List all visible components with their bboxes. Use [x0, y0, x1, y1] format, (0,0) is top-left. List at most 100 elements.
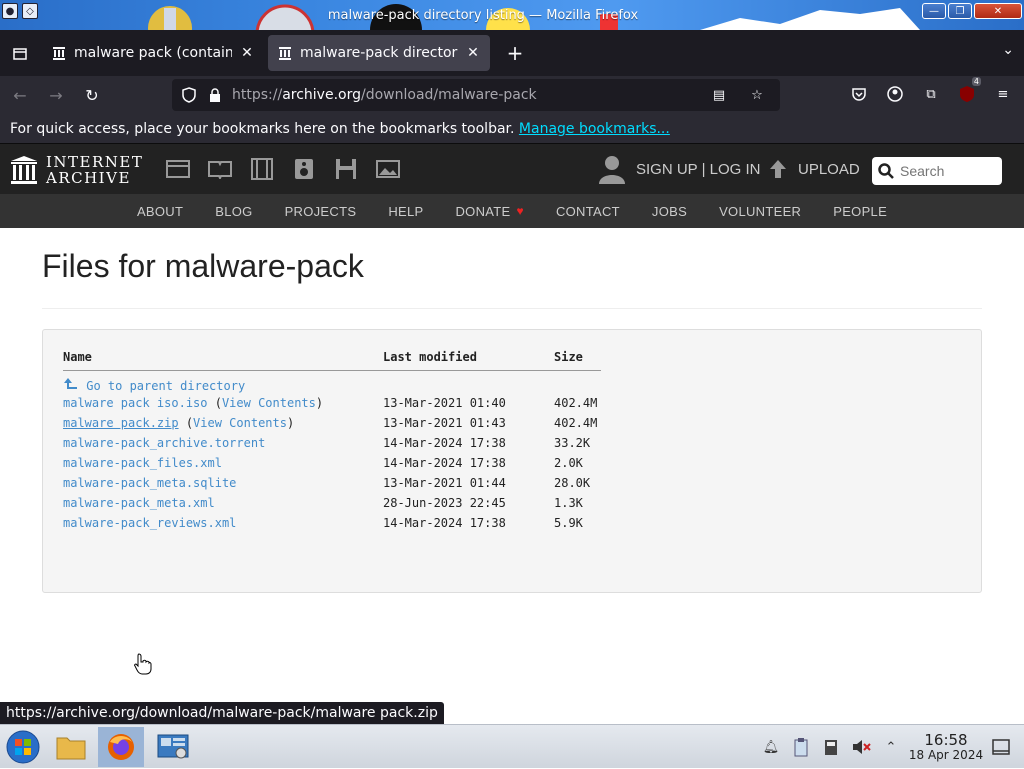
file-size-cell: 33.2K — [554, 435, 591, 450]
table-row: malware-pack_meta.sqlite 13-Mar-2021 01:4… — [63, 473, 601, 493]
col-name: Name — [63, 350, 383, 371]
tab-directory-listing[interactable]: malware-pack directory ✕ — [268, 35, 490, 71]
nav-contact[interactable]: CONTACT — [540, 204, 636, 219]
windows-start-icon — [6, 730, 40, 764]
web-archive-icon[interactable] — [166, 157, 190, 181]
audio-speaker-icon[interactable] — [292, 157, 316, 181]
nav-jobs[interactable]: JOBS — [636, 204, 703, 219]
notifications-bell-icon[interactable]: 🔔︎ — [760, 736, 782, 758]
images-icon[interactable] — [376, 157, 400, 181]
maximize-button[interactable]: ❐ — [948, 3, 972, 19]
upload-link[interactable]: UPLOAD — [768, 158, 860, 180]
tab-bar: malware pack (contains ✕ malware-pack di… — [0, 30, 1024, 76]
tray-expand-icon[interactable]: ⌃ — [880, 736, 902, 758]
file-name-cell: malware-pack_meta.xml — [63, 493, 383, 513]
reload-button[interactable]: ↻ — [76, 79, 108, 111]
close-tab-icon[interactable]: ✕ — [240, 45, 254, 61]
file-link[interactable]: malware pack iso.iso — [63, 396, 208, 410]
file-name-cell: malware pack iso.iso (View Contents) — [63, 395, 324, 410]
extension-badge: 4 — [971, 77, 981, 86]
nav-volunteer[interactable]: VOLUNTEER — [703, 204, 817, 219]
folder-icon — [56, 737, 86, 760]
system-settings-icon — [157, 734, 189, 759]
extensions-puzzle-icon[interactable]: ⧉ — [920, 83, 942, 105]
directory-listing: Name Last modified Size Go to parent dir… — [42, 329, 982, 593]
taskbar-firefox[interactable] — [98, 727, 144, 767]
file-link[interactable]: malware-pack_archive.torrent — [63, 436, 265, 450]
bookmarks-toolbar: For quick access, place your bookmarks h… — [0, 114, 1024, 144]
video-film-icon[interactable] — [250, 157, 274, 181]
file-name-cell: malware pack.zip (View Contents) — [63, 415, 295, 430]
firefox-view-button[interactable] — [0, 30, 40, 76]
ublock-origin-icon[interactable]: 4 — [956, 77, 981, 105]
show-desktop-icon[interactable] — [990, 736, 1012, 758]
minimize-button[interactable]: — — [922, 3, 946, 19]
manage-bookmarks-link[interactable]: Manage bookmarks... — [519, 121, 670, 137]
url-bar[interactable]: https://archive.org/download/malware-pac… — [172, 79, 780, 111]
archive-favicon-icon — [52, 46, 66, 60]
nav-donate[interactable]: DONATE ♥ — [439, 204, 539, 219]
user-menu[interactable]: SIGN UP | LOG IN — [598, 154, 760, 184]
file-link[interactable]: malware-pack_meta.xml — [63, 496, 215, 510]
close-tab-icon[interactable]: ✕ — [466, 45, 480, 61]
file-size-cell: 5.9K — [554, 515, 583, 530]
forward-button[interactable]: → — [40, 79, 72, 111]
view-contents-link[interactable]: View Contents — [193, 416, 287, 430]
close-window-button[interactable]: ✕ — [974, 3, 1022, 19]
volume-muted-icon[interactable] — [850, 736, 872, 758]
list-all-tabs-icon[interactable]: ⌄ — [1002, 42, 1014, 58]
clipboard-icon[interactable] — [790, 736, 812, 758]
hamburger-menu-icon[interactable]: ≡ — [992, 83, 1014, 105]
texts-book-icon[interactable] — [208, 157, 232, 181]
tab-label: malware pack (contains — [74, 45, 232, 61]
table-row: malware-pack_reviews.xml 14-Mar-2024 17:3… — [63, 513, 601, 533]
back-button[interactable]: ← — [4, 79, 36, 111]
file-link[interactable]: malware pack.zip — [63, 416, 179, 430]
pocket-icon[interactable] — [848, 83, 870, 105]
clock[interactable]: 16:58 18 Apr 2024 — [906, 732, 986, 762]
window-titlebar: ● ◇ malware-pack directory listing — Moz… — [0, 0, 1024, 30]
reader-view-icon[interactable]: ▤ — [710, 86, 728, 104]
file-link[interactable]: malware-pack_reviews.xml — [63, 516, 236, 530]
file-link[interactable]: malware-pack_files.xml — [63, 456, 222, 470]
system-tray: 🔔︎ ⌃ 16:58 18 Apr 2024 — [756, 725, 1024, 769]
file-link[interactable]: malware-pack_meta.sqlite — [63, 476, 236, 490]
ia-search-box[interactable] — [872, 157, 1002, 185]
storage-icon[interactable] — [820, 736, 842, 758]
file-size-cell: 2.0K — [554, 455, 583, 470]
file-size-cell: 402.4M — [554, 395, 598, 410]
up-arrow-icon — [64, 377, 77, 389]
table-row: malware pack iso.iso (View Contents) 13-M… — [63, 393, 601, 413]
search-input[interactable] — [900, 163, 996, 179]
new-tab-button[interactable]: + — [498, 36, 532, 70]
nav-blog[interactable]: BLOG — [199, 204, 268, 219]
taskbar-file-manager[interactable] — [48, 727, 94, 767]
tab-malware-pack[interactable]: malware pack (contains ✕ — [42, 35, 264, 71]
files-table: Name Last modified Size Go to parent dir… — [63, 350, 601, 533]
table-row: malware-pack_meta.xml 28-Jun-2023 22:45 1.… — [63, 493, 601, 513]
bookmark-star-icon[interactable]: ☆ — [748, 86, 766, 104]
logo-line2: ARCHIVE — [46, 169, 131, 187]
donate-label: DONATE — [455, 203, 511, 219]
parent-directory-link[interactable]: Go to parent directory — [63, 377, 245, 393]
account-icon[interactable] — [884, 83, 906, 105]
start-button[interactable] — [0, 727, 46, 767]
file-name-cell: malware-pack_archive.torrent — [63, 433, 383, 453]
lock-icon[interactable] — [206, 86, 224, 104]
firefox-icon — [108, 734, 134, 760]
table-header-row: Name Last modified Size — [63, 350, 601, 371]
ia-logo[interactable]: INTERNET ARCHIVE — [10, 154, 143, 186]
taskbar-system-settings[interactable] — [150, 727, 196, 767]
software-floppy-icon[interactable] — [334, 157, 358, 181]
nav-people[interactable]: PEOPLE — [817, 204, 903, 219]
file-name-cell: malware-pack_files.xml — [63, 453, 383, 473]
signup-login-link[interactable]: SIGN UP | LOG IN — [636, 161, 760, 178]
view-contents-link[interactable]: View Contents — [222, 396, 316, 410]
nav-about[interactable]: ABOUT — [121, 204, 199, 219]
nav-projects[interactable]: PROJECTS — [269, 204, 373, 219]
table-row: malware-pack_archive.torrent 14-Mar-2024 … — [63, 433, 601, 453]
tracking-shield-icon[interactable] — [180, 86, 198, 104]
nav-help[interactable]: HELP — [372, 204, 439, 219]
divider — [42, 308, 982, 309]
heart-icon: ♥ — [516, 204, 524, 218]
